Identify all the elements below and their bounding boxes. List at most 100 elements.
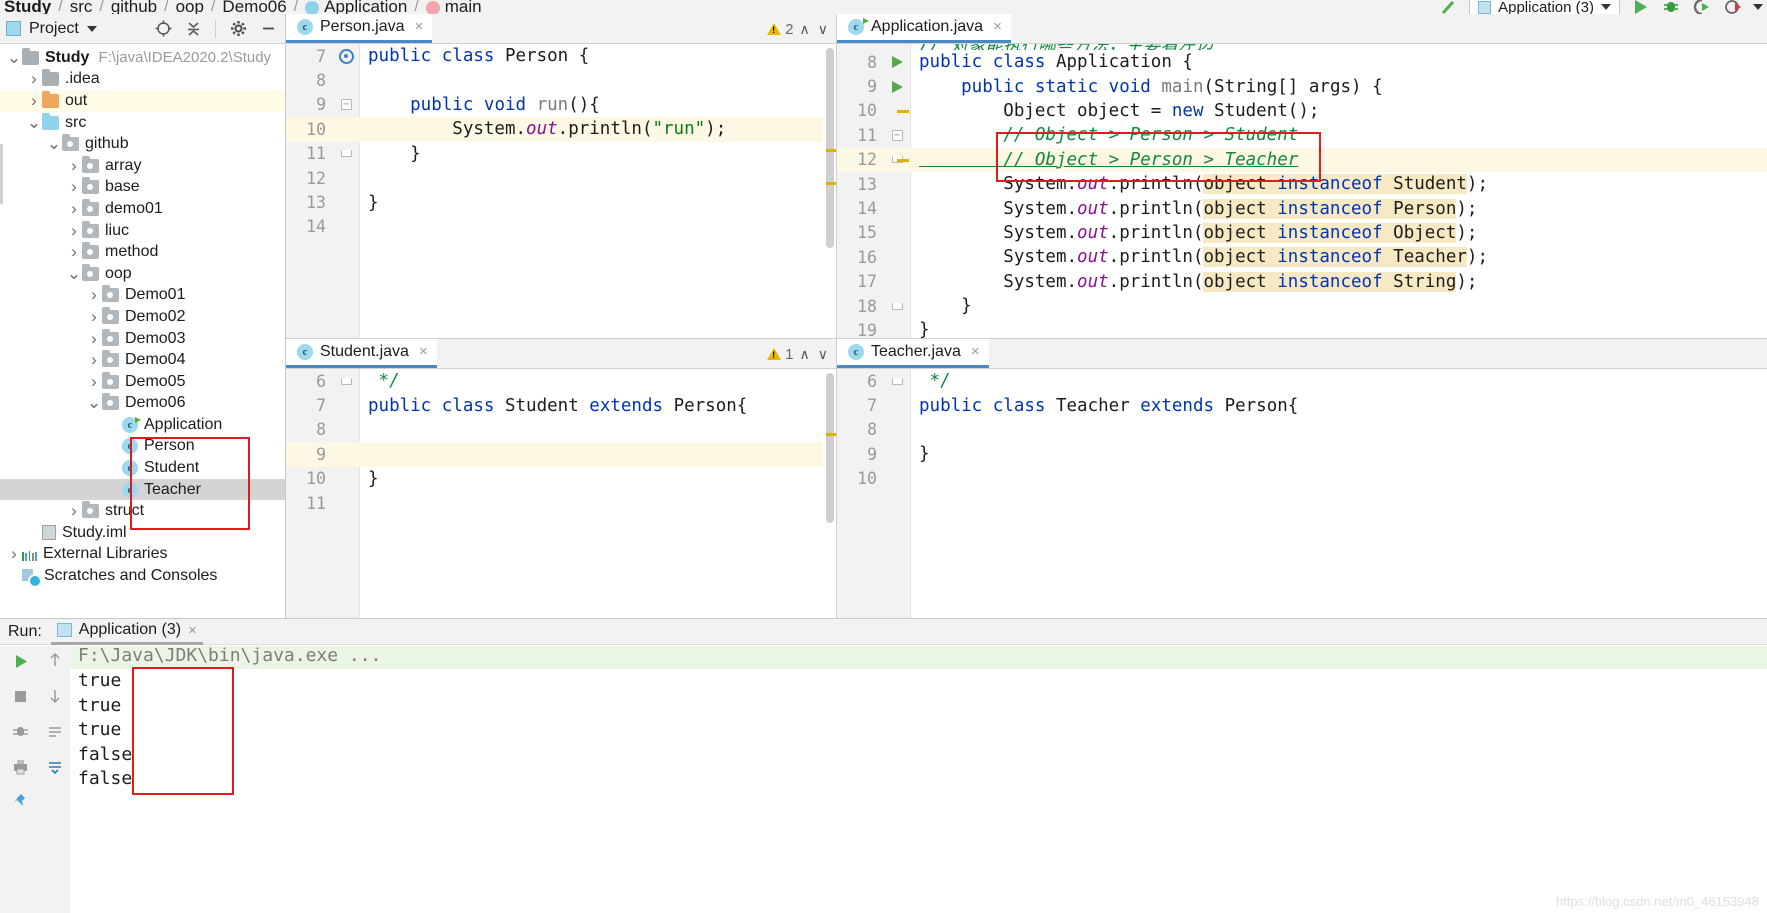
tree-node-student[interactable]: cStudent xyxy=(0,457,285,479)
code-line[interactable]: 7public class Student extends Person{ xyxy=(286,393,836,417)
code-line[interactable]: 8 xyxy=(286,418,836,442)
run-gutter-icon[interactable] xyxy=(892,56,903,68)
code-line[interactable]: 12 xyxy=(286,166,836,190)
tree-node-demo03[interactable]: ›Demo03 xyxy=(0,328,285,350)
previous-issue-icon[interactable]: ∧ xyxy=(798,346,812,363)
warning-marker[interactable] xyxy=(826,182,836,185)
breadcrumb-item-github[interactable]: github xyxy=(111,0,157,14)
code-line[interactable]: 11 } xyxy=(286,142,836,166)
down-arrow-icon[interactable] xyxy=(47,688,63,709)
next-issue-icon[interactable]: ∨ xyxy=(816,21,830,38)
fold-end-icon[interactable] xyxy=(341,150,352,157)
tree-node-oop[interactable]: ⌄oop xyxy=(0,263,285,285)
tree-node-struct[interactable]: ›struct xyxy=(0,500,285,522)
code-line[interactable]: 7public class Person { xyxy=(286,44,836,68)
chevron-right-icon[interactable]: › xyxy=(26,69,42,89)
chevron-right-icon[interactable]: › xyxy=(86,329,102,349)
code-line[interactable]: 15 System.out.println(object instanceof … xyxy=(837,221,1767,245)
gutter-marker[interactable] xyxy=(883,303,911,310)
rerun-icon[interactable] xyxy=(11,652,30,676)
code-person[interactable]: 7public class Person {89− public void ru… xyxy=(286,44,836,338)
chevron-right-icon[interactable]: › xyxy=(66,177,82,197)
code-line[interactable]: 17 System.out.println(object instanceof … xyxy=(837,270,1767,294)
code-line[interactable]: 6 */ xyxy=(837,369,1767,393)
tree-node-out[interactable]: ›out xyxy=(0,90,285,112)
gutter-marker[interactable] xyxy=(332,378,360,385)
code-line[interactable]: 10 Object object = new Student(); xyxy=(837,99,1767,123)
scrollbar-thumb[interactable] xyxy=(826,48,834,248)
next-issue-icon[interactable]: ∨ xyxy=(816,346,830,363)
gutter-marker[interactable] xyxy=(332,49,360,64)
tab-person-java[interactable]: c Person.java × xyxy=(286,14,432,43)
chevron-down-icon[interactable]: ⌄ xyxy=(26,119,42,127)
run-button[interactable] xyxy=(1629,0,1651,14)
implemented-method-icon[interactable] xyxy=(339,49,354,64)
pin-icon[interactable] xyxy=(11,792,30,816)
chevron-down-icon[interactable] xyxy=(1601,4,1611,10)
inspection-widget-student[interactable]: 1 ∧ ∨ xyxy=(767,339,836,369)
gutter-marker[interactable] xyxy=(883,378,911,385)
tree-node--idea[interactable]: ›.idea xyxy=(0,69,285,91)
code-line[interactable]: 9 public static void main(String[] args)… xyxy=(837,74,1767,98)
chevron-right-icon[interactable]: › xyxy=(26,91,42,111)
chevron-right-icon[interactable]: › xyxy=(66,221,82,241)
search-everywhere-icon[interactable] xyxy=(1438,0,1460,14)
breadcrumb-item-main[interactable]: main xyxy=(445,0,482,14)
gutter-marker[interactable]: − xyxy=(332,99,360,110)
code-line[interactable]: 13} xyxy=(286,190,836,214)
tree-node-liuc[interactable]: ›liuc xyxy=(0,220,285,242)
chevron-right-icon[interactable]: › xyxy=(66,501,82,521)
fold-start-icon[interactable]: − xyxy=(892,130,903,141)
code-line[interactable]: 11− // Object > Person > Student xyxy=(837,123,1767,147)
change-marker[interactable] xyxy=(897,159,909,162)
locate-icon[interactable] xyxy=(152,18,174,40)
gutter-marker[interactable] xyxy=(883,56,911,68)
editor-scrollbar-student[interactable] xyxy=(823,369,836,618)
code-line[interactable]: 9 xyxy=(286,442,836,466)
tree-node-github[interactable]: ⌄github xyxy=(0,133,285,155)
tree-node-external-libraries[interactable]: ›External Libraries xyxy=(0,544,285,566)
chevron-down-icon[interactable] xyxy=(87,26,97,32)
previous-issue-icon[interactable]: ∧ xyxy=(798,21,812,38)
breadcrumb-item-src[interactable]: src xyxy=(70,0,93,14)
chevron-right-icon[interactable]: › xyxy=(6,544,22,564)
chevron-down-icon[interactable]: ⌄ xyxy=(46,140,62,148)
tree-node-study[interactable]: ⌄StudyF:\java\IDEA2020.2\Study xyxy=(0,47,285,69)
tree-node-array[interactable]: ›array xyxy=(0,155,285,177)
tab-application-java[interactable]: c Application.java × xyxy=(837,14,1011,43)
bug-icon[interactable] xyxy=(11,722,30,746)
run-configuration-selector[interactable]: Application (3) xyxy=(1469,0,1620,14)
tree-node-application[interactable]: cApplication xyxy=(0,414,285,436)
code-line[interactable]: 10 xyxy=(837,467,1767,491)
code-student[interactable]: 6 */7public class Student extends Person… xyxy=(286,369,836,618)
inspection-widget-person[interactable]: 2 ∧ ∨ xyxy=(767,14,836,44)
fold-start-icon[interactable]: − xyxy=(341,99,352,110)
code-line[interactable]: 11 xyxy=(286,491,836,515)
profile-button[interactable] xyxy=(1722,0,1744,14)
tree-node-demo04[interactable]: ›Demo04 xyxy=(0,349,285,371)
collapse-all-icon[interactable] xyxy=(182,18,204,40)
hide-icon[interactable] xyxy=(257,18,279,40)
breadcrumb-item-demo06[interactable]: Demo06 xyxy=(222,0,286,14)
chevron-right-icon[interactable]: › xyxy=(66,242,82,262)
warning-marker[interactable] xyxy=(826,433,836,436)
tree-node-demo05[interactable]: ›Demo05 xyxy=(0,371,285,393)
chevron-right-icon[interactable]: › xyxy=(86,307,102,327)
close-icon[interactable]: × xyxy=(971,343,980,360)
close-icon[interactable]: × xyxy=(188,622,197,639)
change-marker[interactable] xyxy=(897,110,909,113)
breadcrumb-item-study[interactable]: Study xyxy=(4,0,51,14)
code-line[interactable]: 8public class Application { xyxy=(837,50,1767,74)
chevron-right-icon[interactable]: › xyxy=(86,285,102,305)
up-arrow-icon[interactable] xyxy=(47,652,63,673)
chevron-right-icon[interactable]: › xyxy=(86,350,102,370)
tab-student-java[interactable]: c Student.java × xyxy=(286,339,437,368)
editor-scrollbar-person[interactable] xyxy=(823,44,836,338)
tree-node-teacher[interactable]: cTeacher xyxy=(0,479,285,501)
fold-end-icon[interactable] xyxy=(892,378,903,385)
code-line[interactable]: 9− public void run(){ xyxy=(286,93,836,117)
tree-node-person[interactable]: cPerson xyxy=(0,436,285,458)
print-icon[interactable] xyxy=(11,757,30,781)
code-line[interactable]: 8 xyxy=(837,418,1767,442)
code-line[interactable]: 10 System.out.println("run"); xyxy=(286,117,836,141)
